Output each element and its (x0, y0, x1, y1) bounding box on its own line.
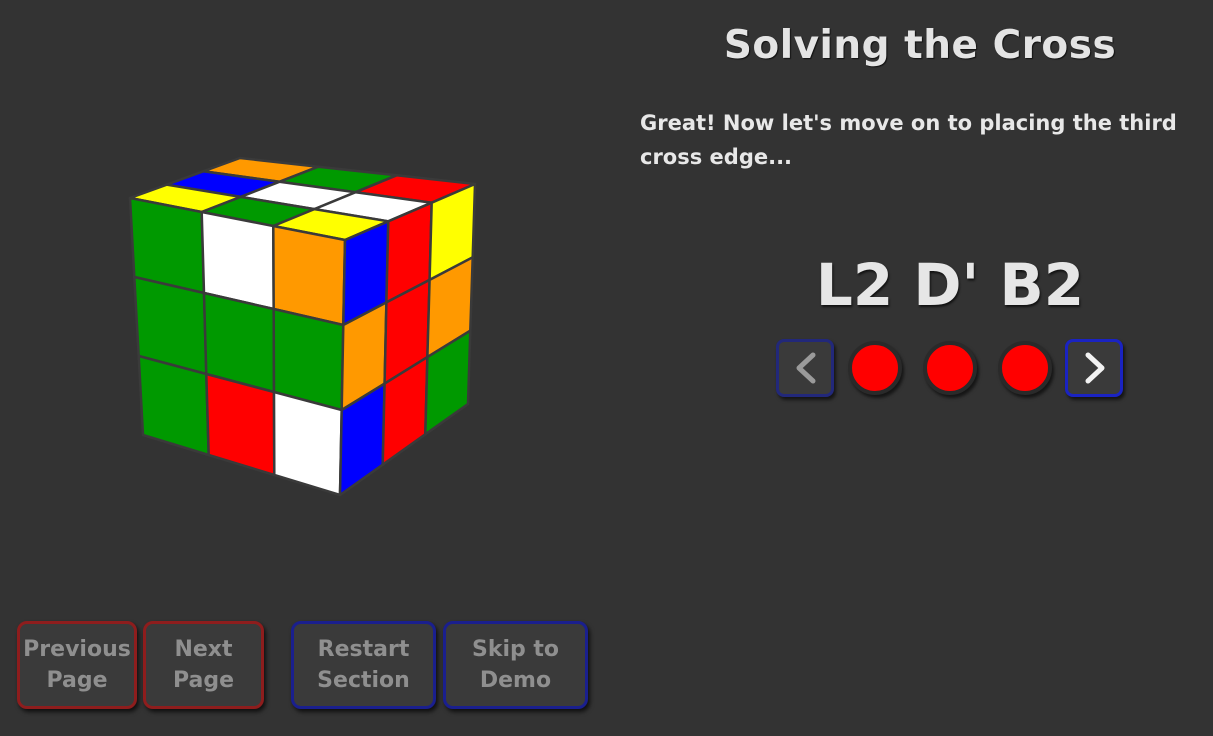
next-step-button[interactable] (1065, 339, 1123, 397)
page-title: Solving the Cross (723, 23, 1117, 68)
step-indicator-1[interactable] (848, 341, 902, 395)
rubiks-cube-3d[interactable] (0, 0, 620, 600)
instruction-text: Great! Now let's move on to placing the … (640, 111, 1177, 169)
cube-viewport[interactable] (0, 0, 620, 600)
skip-to-demo-button[interactable]: Skip to Demo (443, 621, 588, 709)
chevron-left-icon (796, 352, 816, 384)
previous-page-button[interactable]: Previous Page (17, 621, 137, 709)
step-navigator (776, 339, 1136, 403)
step-indicator-2[interactable] (923, 341, 977, 395)
step-indicator-3[interactable] (998, 341, 1052, 395)
previous-step-button[interactable] (776, 339, 834, 397)
previous-page-label: Previous Page (23, 637, 131, 693)
chevron-right-icon (1085, 352, 1105, 384)
skip-to-demo-label: Skip to Demo (471, 637, 560, 693)
next-page-button[interactable]: Next Page (143, 621, 264, 709)
front-face-sticker-2-2 (272, 390, 343, 497)
next-page-label: Next Page (172, 637, 235, 693)
algorithm-moves: L2 D' B2 (815, 251, 1085, 319)
front-face-sticker-2-1 (205, 372, 276, 477)
front-face-sticker-2-0 (137, 354, 210, 457)
restart-section-label: Restart Section (317, 637, 410, 693)
restart-section-button[interactable]: Restart Section (291, 621, 436, 709)
